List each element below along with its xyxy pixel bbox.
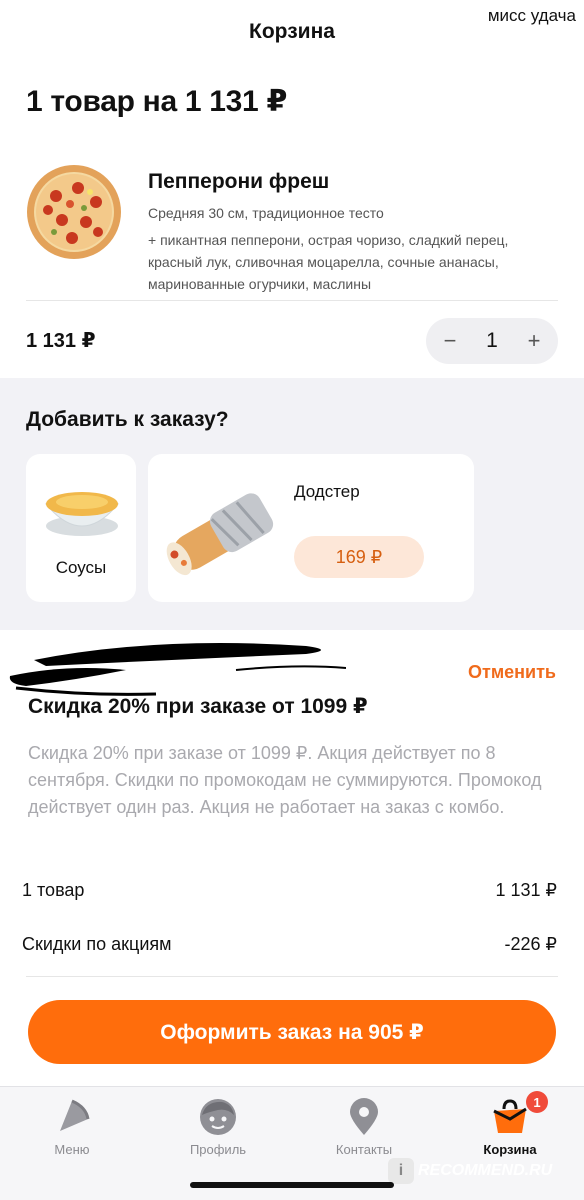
checkout-button[interactable]: Оформить заказ на 905 ₽ (28, 1000, 556, 1064)
cart-summary-title: 1 товар на 1 131 ₽ (26, 85, 288, 118)
item-price: 1 131 ₽ (26, 330, 96, 352)
pizza-slice-icon (60, 1099, 90, 1131)
discount-value: -226 ₽ (504, 934, 557, 954)
pizza-image (27, 165, 121, 259)
item-price-row: 1 131 ₽ − 1 + (26, 318, 558, 364)
total-value: 1 131 ₽ (495, 880, 558, 900)
cart-bag-icon (493, 1099, 527, 1133)
increase-button[interactable]: + (524, 328, 544, 354)
upsell-item-name: Соусы (55, 558, 107, 577)
tab-profile[interactable]: Профиль (158, 1093, 278, 1157)
page-title: Корзина (249, 20, 335, 43)
upsell-item-name: Додстер (294, 482, 360, 501)
profile-face-icon (200, 1099, 236, 1135)
recommend-logo-icon: i (388, 1158, 414, 1184)
tab-contacts[interactable]: Контакты (304, 1093, 424, 1157)
tab-label: Контакты (335, 1142, 393, 1157)
cancel-promo-link[interactable]: Отменить (468, 662, 556, 683)
product-name: Пепперони фреш (148, 170, 330, 193)
product-size: Средняя 30 см, традиционное тесто (148, 205, 384, 221)
tab-menu[interactable]: Меню (12, 1093, 132, 1157)
home-indicator[interactable] (190, 1182, 394, 1188)
map-pin-icon (350, 1098, 378, 1135)
tab-label: Меню (54, 1142, 90, 1157)
upsell-title: Добавить к заказу? (26, 408, 229, 431)
tab-cart[interactable]: 1 Корзина (450, 1091, 570, 1157)
divider (26, 300, 558, 301)
sauce-bowl-image (44, 492, 120, 536)
watermark-text: RECOMMEND.RU (418, 1162, 553, 1179)
cart-count-badge: 1 (526, 1091, 548, 1113)
cart-item: Пепперони фреш Средняя 30 см, традиционн… (26, 160, 558, 300)
quantity-value: 1 (486, 329, 498, 352)
promo-title: Скидка 20% при заказе от 1099 ₽ (28, 695, 368, 718)
total-label: 1 товар (22, 880, 85, 900)
divider (26, 976, 558, 977)
upsell-card-sauces[interactable]: Соусы (26, 454, 136, 602)
discount-label: Скидки по акциям (22, 934, 172, 954)
product-extras: + пикантная пепперони, острая чоризо, сл… (148, 232, 509, 292)
decrease-button[interactable]: − (440, 328, 460, 354)
tab-label: Корзина (483, 1142, 537, 1157)
dodster-wrap-image (166, 493, 274, 576)
quantity-stepper[interactable]: − 1 + (426, 318, 558, 364)
watermark-recommend: i RECOMMEND.RU (388, 1156, 552, 1186)
promo-code-redacted (9, 643, 346, 696)
tab-label: Профиль (189, 1142, 247, 1157)
upsell-card-dodster[interactable]: Додстер 169 ₽ (148, 454, 474, 602)
add-dodster-price-button[interactable]: 169 ₽ (294, 536, 424, 578)
promo-description: Скидка 20% при заказе от 1099 ₽. Акция д… (28, 743, 542, 817)
upsell-section: Добавить к заказу? Соусы Додстер 169 ₽ (0, 378, 584, 630)
